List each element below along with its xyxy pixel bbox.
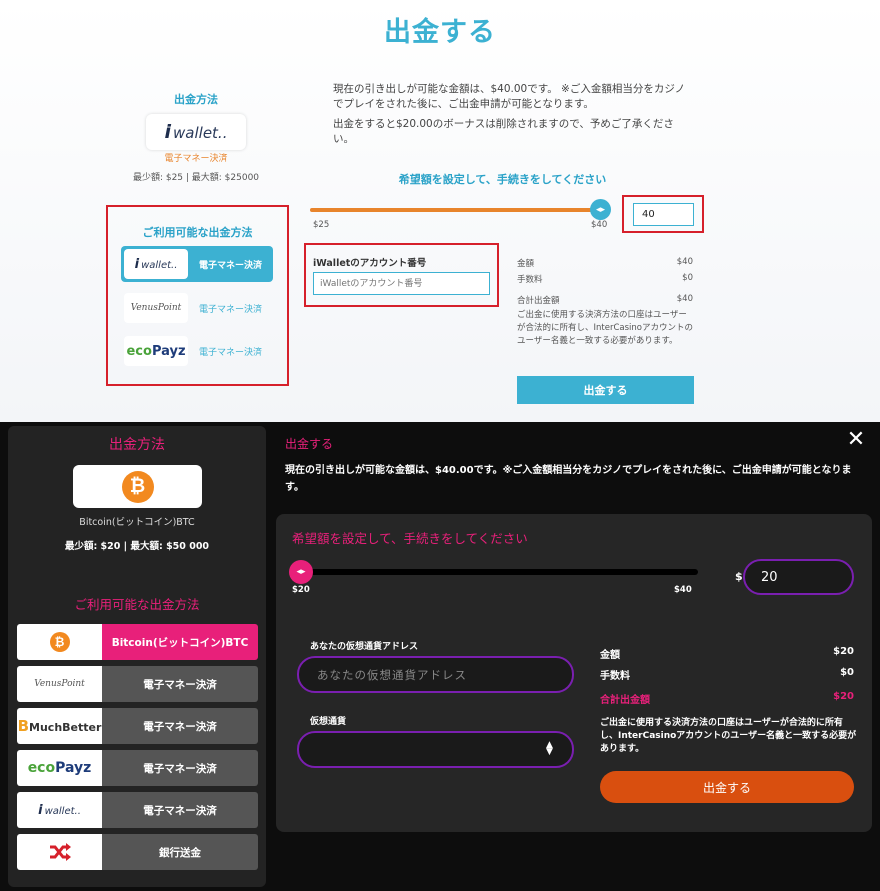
method-option-label: 電子マネー決済: [198, 260, 262, 271]
muchbetter-logo: BMuchBetter: [17, 708, 102, 744]
method-option-muchbetter[interactable]: BMuchBetter 電子マネー決済: [17, 708, 258, 744]
method-option-ecopayz[interactable]: ecoPayz 電子マネー決済: [121, 333, 273, 369]
withdraw-button[interactable]: 出金する: [600, 771, 854, 803]
method-option-venuspoint[interactable]: VenusPoint 電子マネー決済: [17, 666, 258, 702]
bitcoin-logo: ₿: [17, 624, 102, 660]
summary-fee-row: 手数料 $0: [517, 273, 693, 285]
ecopayz-logo: ecoPayz: [124, 336, 188, 366]
dialog-title: 出金する: [285, 437, 334, 451]
method-option-label: 電子マネー決済: [102, 792, 258, 828]
iwallet-logo: i wallet..: [164, 121, 228, 143]
slider-max-label: $40: [674, 585, 692, 595]
iwallet-logo: i wallet..: [17, 792, 102, 828]
currency-symbol: $: [735, 570, 743, 583]
close-icon[interactable]: ✕: [845, 429, 867, 451]
crypto-currency-label: 仮想通貨: [310, 717, 347, 727]
bonus-warning: 出金をすると$20.00のボーナスは削除されますので、予めご了承ください。: [333, 118, 674, 145]
available-methods-heading: ご利用可能な出金方法: [74, 597, 200, 612]
amount-slider-handle[interactable]: ◂▸: [590, 199, 611, 220]
shuffle-icon: [17, 834, 102, 870]
method-option-label: Bitcoin(ビットコイン)BTC: [102, 624, 258, 660]
amount-slider-track[interactable]: [292, 569, 698, 575]
available-amount-info: 現在の引き出しが可能な金額は、$40.00です。 ※ご入金額相当分をカジノでプレ…: [333, 83, 686, 110]
method-heading: 出金方法: [174, 93, 218, 106]
set-amount-heading: 希望額を設定して、手続きをしてください: [398, 173, 607, 186]
method-option-iwallet[interactable]: i wallet.. 電子マネー決済: [17, 792, 258, 828]
method-option-bitcoin[interactable]: ₿ Bitcoin(ビットコイン)BTC: [17, 624, 258, 660]
method-option-iwallet[interactable]: i wallet.. 電子マネー決済: [121, 246, 273, 282]
amount-slider-handle[interactable]: ◂▸: [289, 560, 313, 584]
selected-method-name: Bitcoin(ビットコイン)BTC: [79, 517, 195, 528]
summary-fee-value: $0: [682, 273, 693, 283]
account-ownership-note: ご出金に使用する決済方法の口座はユーザーが合法的に所有し、InterCasino…: [517, 310, 693, 346]
crypto-currency-select[interactable]: [297, 731, 574, 768]
summary-total-row: 合計出金額 $20: [600, 691, 854, 706]
crypto-address-input[interactable]: あなたの仮想通貨アドレス: [297, 656, 574, 693]
method-option-label: 電子マネー決済: [198, 304, 262, 315]
withdraw-button[interactable]: 出金する: [517, 376, 694, 404]
account-number-label: iWalletのアカウント番号: [313, 258, 427, 269]
summary-total-label: 合計出金額: [600, 695, 650, 706]
summary-fee-label: 手数料: [517, 275, 543, 285]
shuffle-icon-graphic: [49, 843, 71, 861]
summary-total-label: 合計出金額: [517, 296, 560, 306]
method-option-label: 電子マネー決済: [102, 666, 258, 702]
summary-amount-row: 金額 $20: [600, 646, 854, 661]
method-option-label: 電子マネー決済: [102, 708, 258, 744]
crypto-address-label: あなたの仮想通貨アドレス: [310, 642, 419, 652]
available-amount-info: 現在の引き出しが可能な金額は、$40.00です。※ご入金額相当分をカジノでプレイ…: [285, 465, 852, 493]
dark-withdraw-panel: 出金方法 ₿ Bitcoin(ビットコイン)BTC 最少額: $20 | 最大額…: [0, 422, 880, 891]
ecopayz-logo: ecoPayz: [17, 750, 102, 786]
summary-total-value: $20: [833, 691, 854, 702]
slider-max-label: $40: [591, 220, 608, 230]
summary-amount-label: 金額: [517, 259, 535, 269]
summary-amount-value: $40: [676, 257, 693, 267]
set-amount-heading: 希望額を設定して、手続きをしてください: [292, 531, 528, 546]
bitcoin-icon: ₿: [49, 632, 70, 652]
method-option-label: 銀行送金: [102, 834, 258, 870]
slider-min-label: $20: [292, 585, 310, 595]
page-title: 出金する: [384, 17, 496, 48]
selected-method-logo: i wallet..: [146, 114, 246, 150]
amount-slider-track[interactable]: [310, 208, 600, 212]
bitcoin-icon: ₿: [121, 470, 154, 503]
account-ownership-note: ご出金に使用する決済方法の口座はユーザーが合法的に所有し、InterCasino…: [600, 718, 857, 754]
amount-input[interactable]: 20: [743, 559, 854, 595]
summary-total-value: $40: [676, 294, 693, 304]
summary-amount-value: $20: [833, 646, 854, 657]
slider-min-label: $25: [313, 220, 330, 230]
venuspoint-logo: VenusPoint: [17, 666, 102, 702]
iwallet-logo: i wallet..: [124, 249, 188, 279]
amount-input[interactable]: 40: [633, 203, 694, 226]
selected-method-logo: ₿: [73, 465, 202, 508]
selected-method-limits: 最少額: $25 | 最大額: $25000: [132, 173, 260, 183]
selected-method-type: 電子マネー決済: [164, 154, 228, 164]
light-withdraw-panel: 出金する 出金方法 i wallet.. 電子マネー決済 最少額: $25 | 最…: [0, 0, 880, 422]
select-arrows-icon: ▲ ▼: [546, 740, 553, 757]
method-option-label: 電子マネー決済: [198, 347, 262, 358]
method-heading: 出金方法: [109, 437, 165, 453]
summary-fee-value: $0: [840, 667, 854, 678]
summary-fee-row: 手数料 $0: [600, 667, 854, 682]
summary-total-row: 合計出金額 $40: [517, 294, 693, 306]
selected-method-limits: 最少額: $20 | 最大額: $50 000: [64, 541, 210, 552]
method-option-venuspoint[interactable]: VenusPoint 電子マネー決済: [121, 290, 273, 326]
available-methods-heading: ご利用可能な出金方法: [142, 226, 253, 239]
summary-amount-label: 金額: [600, 650, 620, 661]
method-option-label: 電子マネー決済: [102, 750, 258, 786]
summary-fee-label: 手数料: [600, 671, 630, 682]
method-option-ecopayz[interactable]: ecoPayz 電子マネー決済: [17, 750, 258, 786]
summary-amount-row: 金額 $40: [517, 257, 693, 269]
account-number-input[interactable]: [313, 272, 490, 295]
venuspoint-logo: VenusPoint: [124, 293, 188, 323]
method-option-bank-transfer[interactable]: 銀行送金: [17, 834, 258, 870]
